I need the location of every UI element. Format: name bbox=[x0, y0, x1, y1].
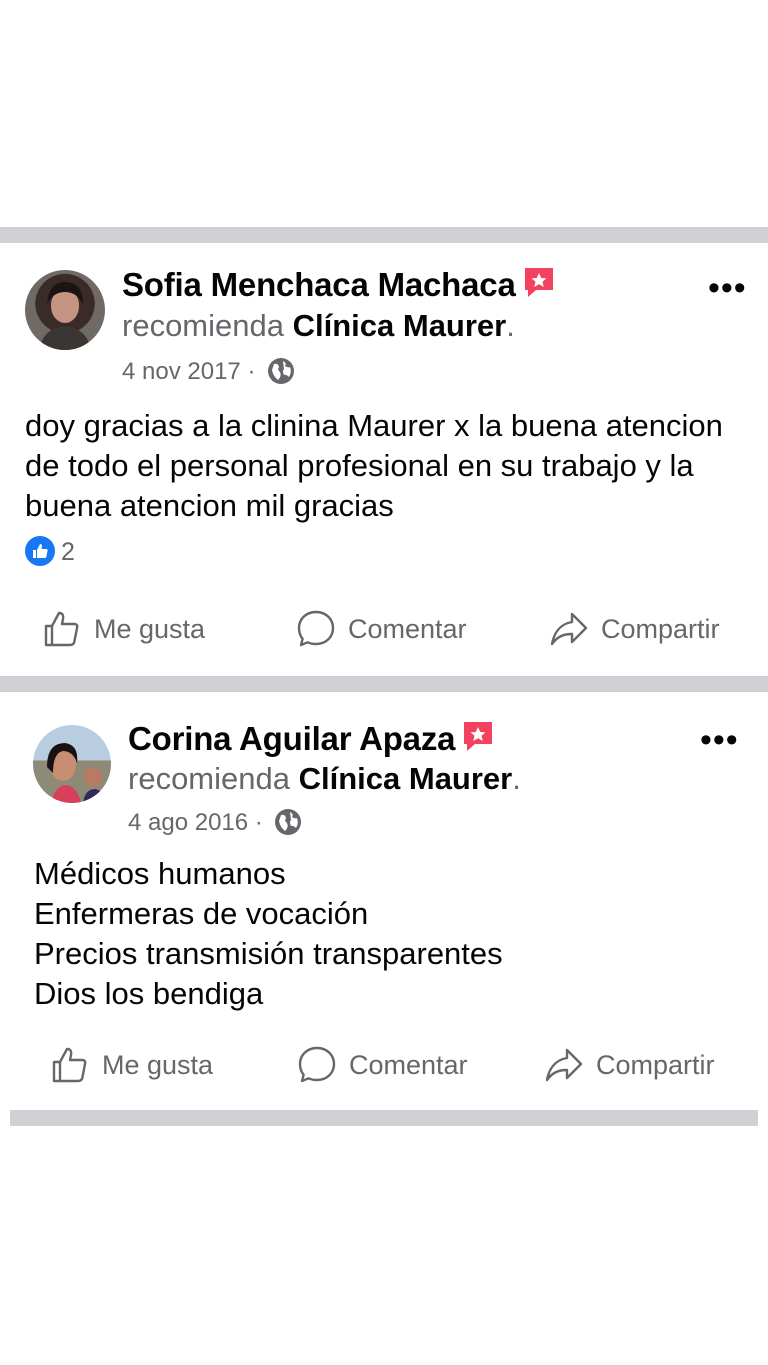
comment-label: Comentar bbox=[349, 1049, 468, 1080]
thumbs-up-icon bbox=[52, 1047, 87, 1083]
feed-divider bbox=[10, 1110, 758, 1126]
avatar[interactable] bbox=[25, 270, 105, 350]
author-name-text[interactable]: Sofia Menchaca Machaca bbox=[122, 266, 516, 303]
author-name-text[interactable]: Corina Aguilar Apaza bbox=[128, 720, 455, 757]
post-card: Corina Aguilar Apaza recomienda Clínica … bbox=[0, 692, 768, 1110]
post-card: Sofia Menchaca Machaca recomienda Clínic… bbox=[0, 243, 768, 676]
thumbs-up-icon bbox=[44, 611, 79, 647]
period: . bbox=[506, 308, 515, 343]
more-options-button[interactable]: ••• bbox=[700, 723, 739, 757]
body-line: Precios transmisión transparentes bbox=[34, 936, 503, 971]
more-options-button[interactable]: ••• bbox=[708, 271, 747, 305]
like-label: Me gusta bbox=[94, 613, 206, 644]
share-label: Compartir bbox=[601, 613, 720, 644]
period: . bbox=[512, 761, 521, 796]
comment-button[interactable]: Comentar bbox=[296, 609, 467, 649]
comment-icon bbox=[298, 1046, 336, 1083]
post-body: doy gracias a la clinina Maurer x la bue… bbox=[25, 408, 723, 523]
post-body: Médicos humanos Enfermeras de vocación P… bbox=[34, 854, 754, 1014]
like-button[interactable]: Me gusta bbox=[42, 609, 205, 649]
body-line: Enfermeras de vocación bbox=[34, 896, 369, 931]
recommendation-line: recomienda Clínica Maurer. bbox=[122, 308, 515, 344]
recommendation-line: recomienda Clínica Maurer. bbox=[128, 761, 521, 797]
recommend-verb: recomienda bbox=[128, 761, 290, 796]
avatar[interactable] bbox=[33, 725, 111, 803]
recommend-verb: recomienda bbox=[122, 308, 284, 343]
reaction-summary[interactable]: 2 bbox=[25, 536, 75, 567]
comment-icon bbox=[297, 610, 335, 647]
like-count: 2 bbox=[61, 538, 75, 566]
share-button[interactable]: Compartir bbox=[549, 609, 720, 649]
feed-divider bbox=[0, 227, 768, 243]
post-meta: 4 ago 2016 · bbox=[128, 807, 303, 837]
post-date[interactable]: 4 nov 2017 bbox=[122, 358, 241, 385]
like-label: Me gusta bbox=[102, 1049, 214, 1080]
like-reaction-icon bbox=[25, 536, 55, 566]
meta-separator: · bbox=[247, 358, 256, 385]
share-icon bbox=[550, 612, 588, 646]
feed-divider bbox=[0, 676, 768, 692]
share-button[interactable]: Compartir bbox=[544, 1045, 715, 1085]
globe-icon bbox=[268, 358, 295, 384]
author-name[interactable]: Corina Aguilar Apaza bbox=[128, 719, 495, 758]
page-link[interactable]: Clínica Maurer bbox=[299, 761, 513, 796]
comment-button[interactable]: Comentar bbox=[297, 1045, 468, 1085]
recommend-badge-icon bbox=[524, 268, 553, 297]
page-link[interactable]: Clínica Maurer bbox=[293, 308, 507, 343]
share-icon bbox=[545, 1048, 583, 1082]
meta-separator: · bbox=[254, 809, 263, 836]
body-line: Dios los bendiga bbox=[34, 976, 264, 1011]
comment-label: Comentar bbox=[348, 613, 467, 644]
share-label: Compartir bbox=[596, 1049, 715, 1080]
body-line: Médicos humanos bbox=[34, 856, 286, 891]
globe-icon bbox=[275, 809, 302, 835]
author-name[interactable]: Sofia Menchaca Machaca bbox=[122, 265, 556, 304]
like-button[interactable]: Me gusta bbox=[50, 1045, 213, 1085]
post-date[interactable]: 4 ago 2016 bbox=[128, 809, 248, 836]
recommend-badge-icon bbox=[464, 722, 493, 751]
post-meta: 4 nov 2017 · bbox=[122, 356, 296, 386]
